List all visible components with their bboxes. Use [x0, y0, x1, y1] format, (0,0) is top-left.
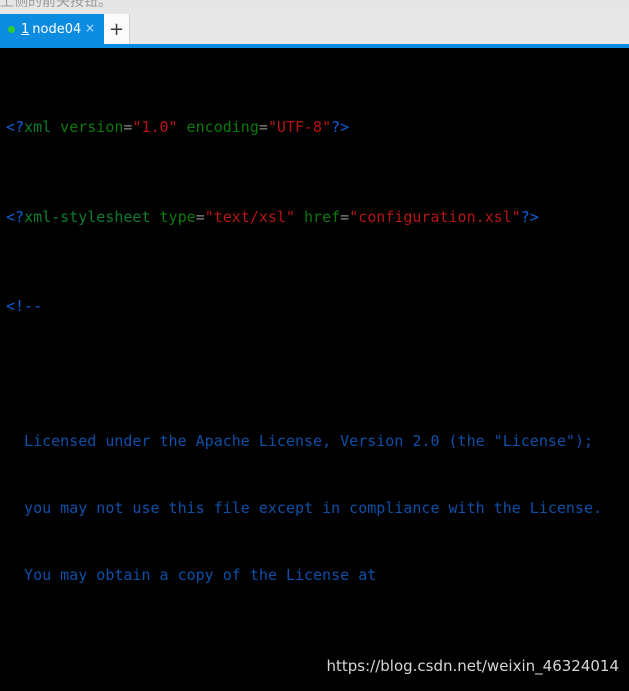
attr-encoding-value: "UTF-8" — [267, 118, 332, 137]
pi-target-name: xml — [24, 118, 52, 137]
tab-title-label: node04 — [32, 21, 82, 37]
pi-close-delim: ?> — [520, 207, 539, 226]
code-line-comment-open: <!-- — [6, 295, 629, 317]
attr-href-value: "configuration.xsl" — [349, 207, 521, 226]
attr-version-value: "1.0" — [132, 118, 178, 137]
pi-open-delim: <? — [6, 207, 25, 226]
attr-href-name: href — [295, 207, 341, 226]
watermark-text: https://blog.csdn.net/weixin_46324014 — [326, 657, 619, 675]
attr-encoding-name: encoding — [177, 118, 259, 137]
terminal-body[interactable]: <?xml version="1.0" encoding="UTF-8"?> <… — [0, 48, 629, 691]
code-line-stylesheet-pi: <?xml-stylesheet type="text/xsl" href="c… — [6, 206, 629, 228]
code-line-license-3: You may obtain a copy of the License at — [6, 566, 377, 585]
code-line-license-2: you may not use this file except in comp… — [6, 499, 603, 518]
pi-close-delim: ?> — [331, 118, 350, 137]
attr-version-name: version — [51, 118, 124, 137]
tab-node04[interactable]: 1 node04 × — [0, 14, 104, 44]
equals-sign: = — [195, 207, 205, 226]
header-cut-text: 上侧的前关按钮。 — [0, 0, 112, 10]
equals-sign: = — [258, 118, 268, 137]
new-tab-button[interactable]: + — [104, 14, 130, 44]
equals-sign: = — [340, 207, 350, 226]
terminal-app-window: 上侧的前关按钮。 1 node04 × + <?xml version="1.0… — [0, 0, 629, 691]
page-header-strip: 上侧的前关按钮。 — [0, 0, 629, 14]
code-line-license-1: Licensed under the Apache License, Versi… — [6, 431, 593, 450]
tab-status-dot-icon — [8, 25, 15, 33]
close-icon[interactable]: × — [85, 21, 95, 35]
code-area[interactable]: <?xml version="1.0" encoding="UTF-8"?> <… — [6, 49, 629, 691]
attr-type-name: type — [150, 207, 196, 226]
comment-open-delim: <!-- — [6, 297, 43, 316]
pi-target-name: xml-stylesheet — [24, 207, 151, 226]
attr-type-value: "text/xsl" — [204, 207, 295, 226]
tab-bar: 1 node04 × + — [0, 14, 629, 44]
pi-open-delim: <? — [6, 118, 25, 137]
code-line-xml-declaration: <?xml version="1.0" encoding="UTF-8"?> — [6, 116, 629, 138]
tab-index-label: 1 — [21, 21, 30, 37]
